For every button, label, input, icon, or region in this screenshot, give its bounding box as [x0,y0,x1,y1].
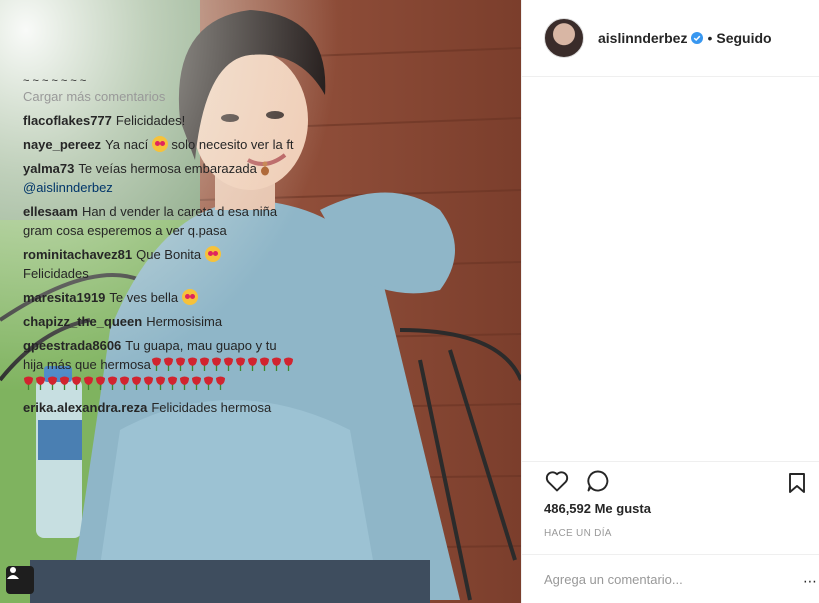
rose-emoji-icon [211,357,221,371]
rose-emoji-icon [235,357,245,371]
comment-item: gpeestrada8606 Tu guapa, mau guapo y tu h… [23,336,298,393]
rose-emoji-icon [48,376,57,390]
person-tag-icon[interactable] [6,566,34,594]
verified-badge-icon [691,32,704,44]
rose-emoji-icon [283,357,293,371]
comment-text: Hermosisima [146,314,223,329]
rose-emoji-icon [151,357,161,371]
comment-text: Te ves bella [109,290,179,305]
rose-emoji-icon [144,376,153,390]
comment-username[interactable]: ellesaam [23,204,78,219]
follow-status-button[interactable]: Seguido [716,30,771,46]
rose-emoji-icon [108,376,117,390]
rose-emoji-icon [168,376,177,390]
add-comment-bar: ⋯ [521,554,819,603]
rose-emoji-icon [96,376,105,390]
action-buttons-row [544,462,819,500]
rose-emoji-icon [204,376,213,390]
rose-emoji-icon [187,357,197,371]
heart-eyes-emoji-icon [151,136,168,152]
rose-emoji-icon [156,376,165,390]
heart-outline-icon[interactable] [544,468,570,494]
comment-text: Te veías hermosa embarazada [78,161,257,176]
rose-emoji-icon [24,376,33,390]
rose-emoji-icon [223,357,233,371]
post-actions: 486,592 Me gusta HACE UN DÍA [521,461,819,554]
comment-username[interactable]: maresita1919 [23,290,105,305]
rose-emoji-icon [259,357,269,371]
comment-text: Ya nací [105,137,149,152]
comment-item: maresita1919 Te ves bella [23,288,298,307]
rose-emoji-icon [175,357,185,371]
header-separator: • [707,30,713,46]
comment-username[interactable]: chapizz_the_queen [23,314,142,329]
like-count[interactable]: 486,592 Me gusta [544,500,819,518]
rose-emoji-icon [84,376,93,390]
rose-emoji-icon [180,376,189,390]
comment-item: naye_pereez Ya nací solo necesito ver la … [23,135,298,154]
speech-bubble-icon[interactable] [585,468,611,494]
comment-username[interactable]: gpeestrada8606 [23,338,121,353]
author-avatar[interactable] [544,18,584,58]
comment-mention-link[interactable]: @aislinnderbez [23,180,113,195]
comment-text: Que Bonita [136,247,202,262]
rose-emoji-icon [72,376,81,390]
post-header: aislinnderbez • Seguido [522,0,819,77]
comment-item: yalma73 Te veías hermosa embarazada @aisl… [23,159,298,197]
rose-emoji-icon [216,376,225,390]
heart-eyes-emoji-icon [181,289,198,305]
author-username[interactable]: aislinnderbez [598,30,687,46]
load-more-comments-link[interactable]: Cargar más comentarios [23,88,298,106]
bookmark-icon[interactable] [784,470,810,496]
comment-item: ellesaam Han d vender la careta d esa niñ… [23,202,298,240]
rose-emoji-icon [120,376,129,390]
comment-username[interactable]: erika.alexandra.reza [23,400,147,415]
comment-item: rominitachavez81 Que Bonita Felicidades [23,245,298,283]
rose-emoji-icon [163,357,173,371]
comment-item: chapizz_the_queen Hermosisima [23,312,298,331]
rose-emoji-icon [271,357,281,371]
heart-eyes-emoji-icon [204,246,221,262]
comments-list[interactable]: ~ ~ ~ ~ ~ ~ ~ Cargar más comentarios fla… [23,77,298,461]
comment-username[interactable]: flacoflakes777 [23,113,112,128]
comment-username[interactable]: yalma73 [23,161,74,176]
pregnant-woman-emoji-icon [261,161,270,176]
rose-emoji-icon [247,357,257,371]
post-timestamp[interactable]: HACE UN DÍA [544,528,819,539]
rose-emoji-icon [36,376,45,390]
comment-item: erika.alexandra.reza Felicidades hermosa [23,398,298,417]
comment-text-after: solo necesito ver la ft [167,137,294,152]
comment-username[interactable]: rominitachavez81 [23,247,132,262]
comment-text-after: Felicidades [23,266,89,281]
rose-emoji-icon [60,376,69,390]
comment-text: Felicidades! [115,113,186,128]
rose-emoji-icon [192,376,201,390]
rose-emoji-icon [199,357,209,371]
rose-emoji-icon [132,376,141,390]
comment-input[interactable] [544,571,784,587]
comment-username[interactable]: naye_pereez [23,137,101,152]
more-options-icon[interactable]: ⋯ [803,573,817,590]
comment-text: Felicidades hermosa [151,400,272,415]
clipped-previous-comment: ~ ~ ~ ~ ~ ~ ~ [23,77,87,85]
comment-item: flacoflakes777 Felicidades! [23,111,298,130]
